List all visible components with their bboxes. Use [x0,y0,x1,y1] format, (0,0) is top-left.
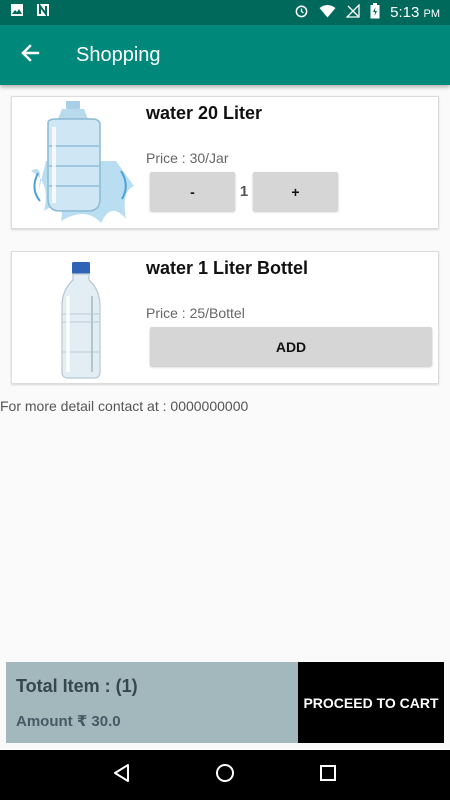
nav-back-button[interactable] [102,755,142,795]
status-bar: 5:13 PM [0,0,450,25]
back-button[interactable] [0,25,60,85]
triangle-back-icon [112,763,132,788]
status-ampm: PM [423,8,441,20]
circle-home-icon [215,763,235,788]
product-card: water 1 Liter Bottel Price : 25/Bottel A… [11,251,439,384]
proceed-to-cart-button[interactable]: PROCEED TO CART [298,662,444,743]
image-icon [10,3,24,22]
cart-summary-bar: Total Item : (1) Amount ₹ 30.0 PROCEED T… [6,662,444,743]
add-button[interactable]: ADD [150,327,432,366]
system-nav-bar [0,750,450,800]
product-price: Price : 30/Jar [146,150,229,166]
signal-icon [345,2,360,22]
amount-label: Amount ₹ 30.0 [16,713,121,730]
alarm-icon [294,3,309,22]
total-item-label: Total Item : (1) [16,676,138,696]
battery-icon [370,2,380,23]
decrease-quantity-button[interactable]: - [150,172,235,211]
water-bottle-image [26,256,136,380]
status-time: 5:13 [390,4,420,21]
water-jar-image [26,101,136,225]
page-title: Shopping [76,43,161,66]
nav-home-button[interactable] [205,755,245,795]
contact-text: For more detail contact at : 0000000000 [0,398,249,414]
cart-summary: Total Item : (1) Amount ₹ 30.0 [6,662,298,743]
n-icon [36,2,50,22]
wifi-icon [319,4,336,22]
product-name: water 1 Liter Bottel [146,258,309,278]
product-name: water 20 Liter [146,103,263,123]
product-price: Price : 25/Bottel [146,305,245,321]
increase-quantity-button[interactable]: + [253,172,338,211]
square-recents-icon [319,764,337,787]
product-card: water 20 Liter Price : 30/Jar - 1 + [11,96,439,229]
app-bar: Shopping [0,25,450,85]
arrow-back-icon [20,43,40,68]
nav-recents-button[interactable] [308,755,348,795]
quantity-value: 1 [239,183,249,200]
